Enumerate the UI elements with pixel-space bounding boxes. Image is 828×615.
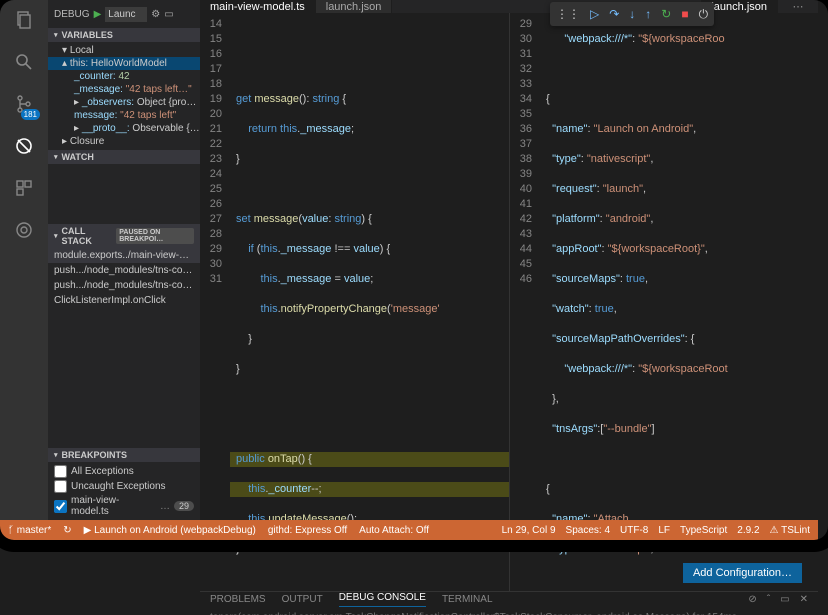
cursor-pos[interactable]: Ln 29, Col 9 [502,525,556,536]
restart-icon[interactable]: ↻ [661,7,671,21]
debug-console-icon[interactable]: ▭ [164,9,173,20]
encoding[interactable]: UTF-8 [620,525,648,536]
var-message[interactable]: _message: "42 taps left…" [48,83,200,96]
panel-debug-console[interactable]: DEBUG CONSOLE [339,592,426,607]
status-bar: ᚶ master* ↻ ▶ Launch on Android (webpack… [0,520,818,540]
scope-local[interactable]: ▾ Local [48,44,200,57]
stack-frame[interactable]: push.../node_modules/tns-co… [48,278,200,293]
git-branch[interactable]: ᚶ master* [8,525,51,536]
var-message-getter[interactable]: message: "42 taps left" [48,109,200,122]
gutter-left: 141516171819202122232425262728293031 [200,13,230,591]
stack-frame[interactable]: module.exports../main-view-… [48,248,200,263]
var-observers[interactable]: ▸ _observers: Object {pro… [48,96,200,109]
debug-toolbar: ⋮⋮ ▷ ↷ ↓ ↑ ↻ ■ ⏻ [550,2,714,26]
code-right: "webpack:///*": "${workspaceRoo { "name"… [540,13,818,591]
debug-config-select[interactable] [105,7,147,22]
editor-right[interactable]: 293031323334353637383940414243444546 "we… [510,13,818,591]
disconnect-icon[interactable]: ⏻ [699,7,709,22]
close-panel-icon[interactable]: ✕ [800,594,808,605]
misc-icon[interactable] [12,218,36,242]
stack-frame[interactable]: ClickListenerImpl.onClick [48,293,200,308]
scope-closure[interactable]: ▸ Closure [48,135,200,148]
debug-icon[interactable] [12,134,36,158]
var-counter[interactable]: _counter: 42 [48,70,200,83]
debug-sidebar: DEBUG ▶ ⚙ ▭ ▾VARIABLES ▾ Local ▴ this: H… [48,0,200,520]
bp-all-exceptions[interactable]: All Exceptions [54,464,194,479]
continue-icon[interactable]: ▷ [590,7,599,21]
panel-terminal[interactable]: TERMINAL [442,594,493,605]
step-over-icon[interactable]: ↷ [609,7,619,21]
add-configuration-button[interactable]: Add Configuration… [683,563,802,583]
variables-header[interactable]: ▾VARIABLES [48,28,200,42]
tab-bar: main-view-model.ts launch.json launch.js… [200,0,818,13]
activity-bar: 181 [0,0,48,520]
panel-problems[interactable]: PROBLEMS [210,594,266,605]
bp-file[interactable]: main-view-model.ts …29 [54,494,194,518]
scm-badge: 181 [21,109,40,120]
clear-icon[interactable]: ⊘ [748,594,756,605]
var-this[interactable]: ▴ this: HelloWorldModel [48,57,200,70]
files-icon[interactable] [12,8,36,32]
language-mode[interactable]: TypeScript [680,525,727,536]
breakpoints-header[interactable]: ▾BREAKPOINTS [48,448,200,462]
panel-tabs: PROBLEMS OUTPUT DEBUG CONSOLE TERMINAL ⊘… [200,591,818,607]
step-into-icon[interactable]: ↓ [629,7,635,21]
extensions-icon[interactable] [12,176,36,200]
tab-launch-json-1[interactable]: launch.json [316,0,393,13]
var-proto[interactable]: ▸ __proto__: Observable {… [48,122,200,135]
debug-label: DEBUG [54,9,90,20]
spaces[interactable]: Spaces: 4 [566,525,610,536]
stop-icon[interactable]: ■ [681,7,688,21]
watch-header[interactable]: ▾WATCH [48,150,200,164]
launch-status[interactable]: ▶ Launch on Android (webpackDebug) [84,525,256,536]
stack-frame[interactable]: push.../node_modules/tns-co… [48,263,200,278]
auto-attach-status[interactable]: Auto Attach: Off [359,525,429,536]
debug-launch-bar: DEBUG ▶ ⚙ ▭ [48,0,200,28]
tslint-status[interactable]: ⚠ TSLint [770,525,810,536]
tab-main-view-model[interactable]: main-view-model.ts [200,0,316,13]
start-debug-icon[interactable]: ▶ [94,9,102,20]
eol[interactable]: LF [658,525,670,536]
editor-left[interactable]: 141516171819202122232425262728293031 get… [200,13,510,591]
split-panel-icon[interactable]: ▭ [780,594,789,605]
drag-handle-icon[interactable]: ⋮⋮ [556,7,580,21]
chevron-up-icon[interactable]: ˆ [767,594,770,605]
search-icon[interactable] [12,50,36,74]
bp-uncaught[interactable]: Uncaught Exceptions [54,479,194,494]
gutter-right: 293031323334353637383940414243444546 [510,13,540,591]
callstack-header[interactable]: ▾CALL STACKPAUSED ON BREAKPOI… [48,224,200,248]
step-out-icon[interactable]: ↑ [645,7,651,21]
main-area: main-view-model.ts launch.json launch.js… [200,0,818,520]
panel-output[interactable]: OUTPUT [282,594,323,605]
debug-console-output[interactable]: teners(com.android.server.am.TaskChangeN… [200,607,818,615]
sync-icon[interactable]: ↻ [63,525,71,536]
githd-status[interactable]: githd: Express Off [268,525,347,536]
scm-icon[interactable]: 181 [12,92,36,116]
code-left: get message(): string { return this._mes… [230,13,509,591]
gear-icon[interactable]: ⚙ [151,9,160,20]
ts-version[interactable]: 2.9.2 [737,525,759,536]
